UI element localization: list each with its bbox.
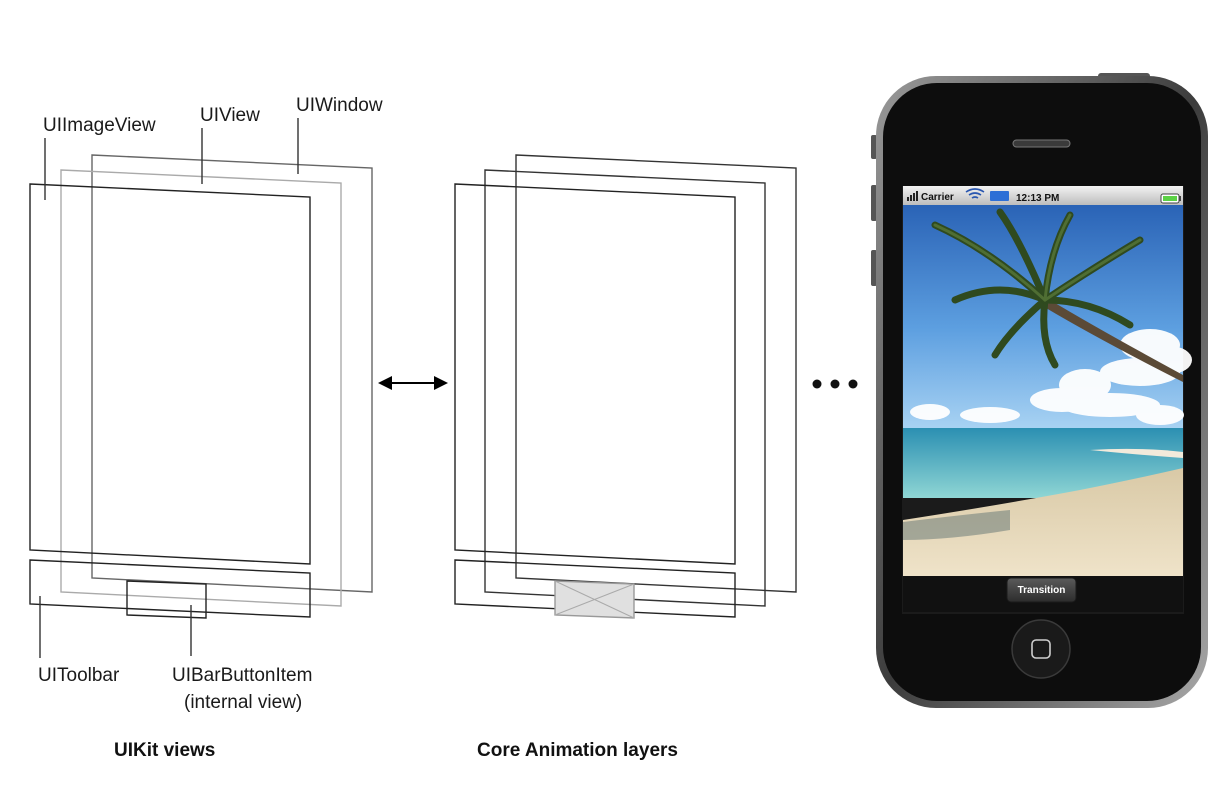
status-carrier: Carrier <box>921 192 954 203</box>
layer-middle-frame <box>484 169 766 607</box>
core-animation-stack <box>454 154 797 619</box>
phone-screen: Carrier 12:13 PM Transition <box>902 186 1192 614</box>
beach-photo <box>903 205 1192 576</box>
speaker-grille <box>1012 139 1071 148</box>
battery-icon <box>1160 193 1181 204</box>
label-uiview: UIView <box>200 105 260 126</box>
ellipsis-icon <box>812 379 858 389</box>
uiview-frame <box>60 169 342 607</box>
label-uitoolbar: UIToolbar <box>38 665 120 686</box>
label-internal-view: (internal view) <box>184 692 302 713</box>
label-uiwindow: UIWindow <box>296 95 383 116</box>
uiimageview-frame <box>29 183 311 565</box>
layer-front-frame <box>454 183 736 565</box>
uiwindow-frame <box>91 154 373 593</box>
caption-core-animation-layers: Core Animation layers <box>477 740 678 761</box>
caption-uikit-views: UIKit views <box>114 740 215 761</box>
uikit-views-stack <box>29 118 373 658</box>
label-uiimageview: UIImageView <box>43 115 156 136</box>
home-button[interactable] <box>1011 619 1071 679</box>
uibarbuttonitem-frame <box>126 580 207 619</box>
double-arrow-icon <box>378 376 448 390</box>
status-time: 12:13 PM <box>1016 193 1059 204</box>
network-icon <box>990 191 1009 201</box>
uitoolbar-frame <box>29 559 311 618</box>
transition-button-label: Transition <box>1018 585 1066 596</box>
layer-back-frame <box>515 154 797 593</box>
architecture-diagram: UIImageView UIView UIWindow UIToolbar UI… <box>29 73 1208 761</box>
layer-button-placeholder <box>554 580 635 619</box>
label-uibarbuttonitem: UIBarButtonItem <box>172 665 312 686</box>
iphone-device: Carrier 12:13 PM Transition <box>871 73 1208 708</box>
